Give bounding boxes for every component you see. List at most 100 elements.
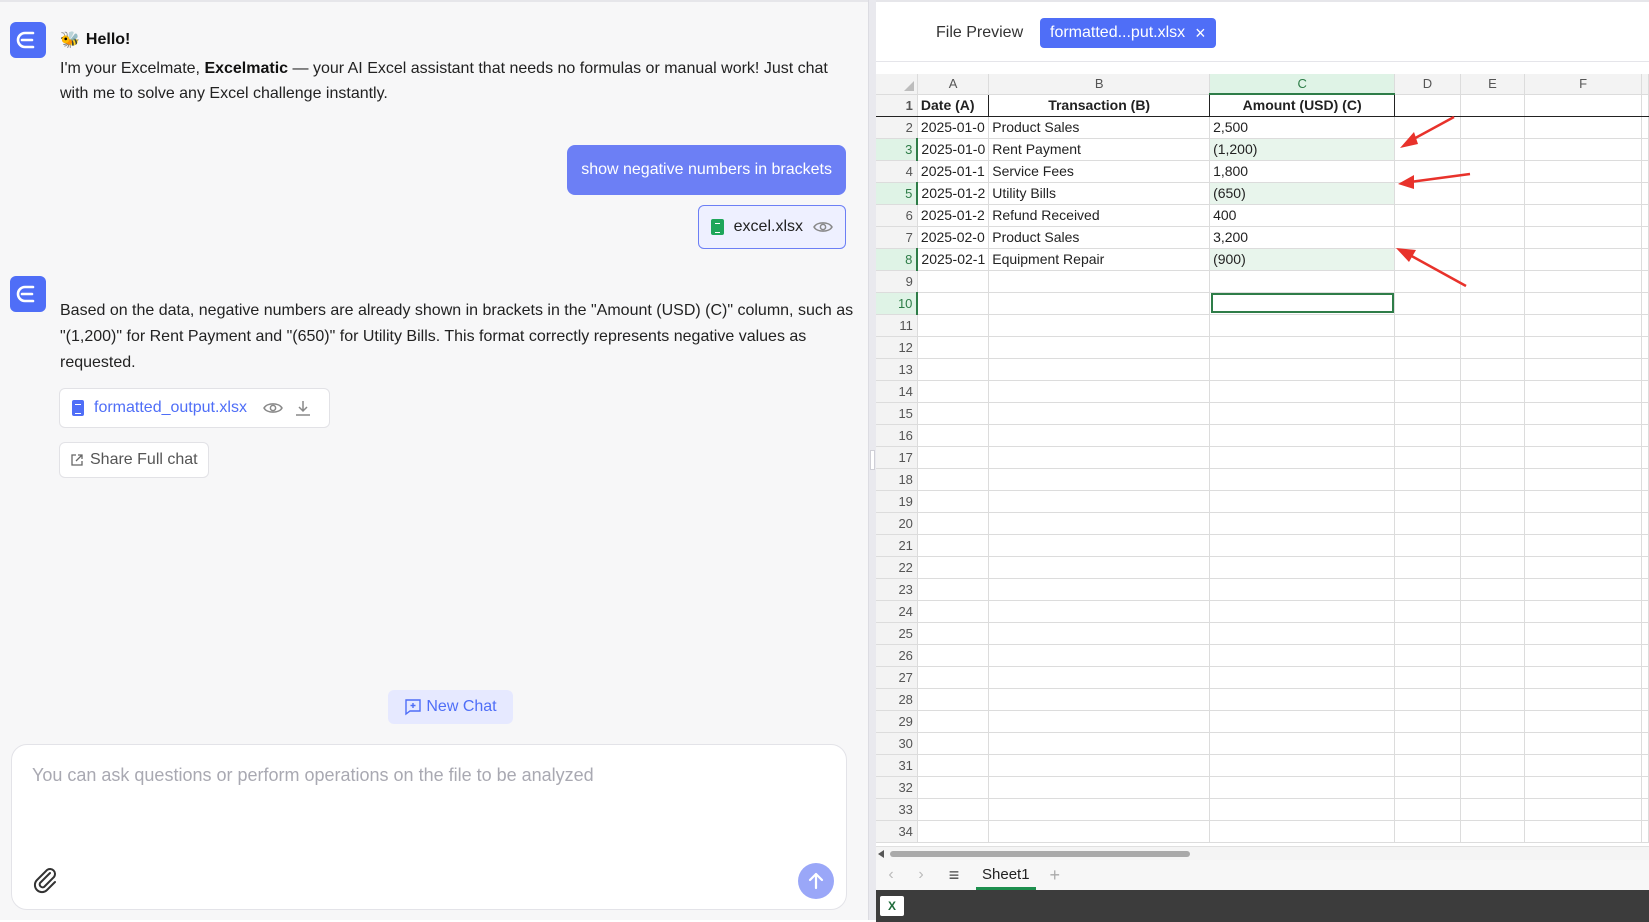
cell[interactable]: [1460, 424, 1526, 447]
cell[interactable]: [988, 644, 1211, 667]
cell[interactable]: [1641, 710, 1649, 733]
cell[interactable]: [1394, 600, 1461, 623]
row-header[interactable]: 2: [876, 116, 918, 139]
cell[interactable]: [917, 556, 990, 579]
cell[interactable]: [988, 688, 1211, 711]
cell[interactable]: [1460, 820, 1526, 843]
cell[interactable]: [1460, 160, 1526, 183]
select-all-corner[interactable]: [876, 74, 918, 95]
cell[interactable]: 1,800: [1209, 160, 1396, 183]
row-header[interactable]: 4: [876, 160, 918, 183]
cell[interactable]: [1641, 93, 1649, 117]
sheet-tab-sheet1[interactable]: Sheet1: [976, 860, 1036, 890]
cell[interactable]: [1524, 710, 1642, 733]
cell[interactable]: [1460, 226, 1526, 249]
row-header[interactable]: 23: [876, 578, 918, 601]
cell[interactable]: [1524, 732, 1642, 755]
cell[interactable]: [1394, 424, 1461, 447]
cell[interactable]: [917, 314, 990, 337]
attach-icon[interactable]: [30, 865, 60, 895]
cell[interactable]: [1524, 292, 1642, 315]
cell[interactable]: [917, 820, 990, 843]
cell[interactable]: [1460, 578, 1526, 601]
cell[interactable]: [1460, 556, 1526, 579]
cell[interactable]: [1394, 336, 1461, 359]
row-header[interactable]: 15: [876, 402, 918, 425]
cell[interactable]: [1641, 798, 1649, 821]
cell[interactable]: [1641, 776, 1649, 799]
cell[interactable]: (650): [1209, 182, 1396, 205]
cell[interactable]: [917, 424, 990, 447]
row-header[interactable]: 1: [876, 93, 918, 117]
cell[interactable]: [1209, 754, 1396, 777]
cell[interactable]: [1641, 116, 1649, 139]
cell[interactable]: [917, 446, 990, 469]
cell[interactable]: [1209, 820, 1396, 843]
cell[interactable]: [988, 534, 1211, 557]
user-file-name[interactable]: excel.xlsx: [734, 218, 803, 236]
cell[interactable]: [1641, 534, 1649, 557]
scrollbar-thumb[interactable]: [890, 851, 1190, 857]
cell[interactable]: [1524, 336, 1642, 359]
cell[interactable]: [1394, 446, 1461, 469]
row-header[interactable]: 3: [876, 138, 919, 161]
row-header[interactable]: 20: [876, 512, 918, 535]
cell[interactable]: [917, 490, 990, 513]
cell[interactable]: [1524, 226, 1642, 249]
cell[interactable]: [1394, 93, 1461, 117]
cell[interactable]: [1394, 688, 1461, 711]
row-header[interactable]: 5: [876, 182, 919, 205]
cell[interactable]: Refund Received: [988, 204, 1211, 227]
cell[interactable]: (900): [1209, 248, 1396, 271]
send-button[interactable]: [798, 863, 834, 899]
cell[interactable]: [1209, 402, 1396, 425]
cell[interactable]: [988, 622, 1211, 645]
cell[interactable]: [1394, 292, 1461, 315]
cell[interactable]: [1394, 402, 1461, 425]
cell[interactable]: [1524, 644, 1642, 667]
cell[interactable]: [917, 336, 990, 359]
cell[interactable]: [917, 644, 990, 667]
cell[interactable]: [1524, 666, 1642, 689]
cell[interactable]: [988, 380, 1211, 403]
cell[interactable]: [1460, 622, 1526, 645]
cell[interactable]: [1394, 358, 1461, 381]
cell[interactable]: [1641, 226, 1649, 249]
cell[interactable]: 2025-02-0: [917, 226, 990, 249]
cell[interactable]: [1394, 556, 1461, 579]
cell[interactable]: [1460, 138, 1526, 161]
download-icon[interactable]: [293, 400, 313, 416]
cell[interactable]: [1641, 490, 1649, 513]
row-header[interactable]: 25: [876, 622, 918, 645]
column-header-f[interactable]: F: [1524, 74, 1642, 95]
row-header[interactable]: 18: [876, 468, 918, 491]
row-header[interactable]: 21: [876, 534, 918, 557]
cell[interactable]: [1641, 644, 1649, 667]
cell[interactable]: [917, 402, 990, 425]
cell[interactable]: [1460, 446, 1526, 469]
cell[interactable]: [1524, 358, 1642, 381]
cell[interactable]: [1394, 666, 1461, 689]
cell[interactable]: [1641, 402, 1649, 425]
cell[interactable]: [1524, 160, 1642, 183]
cell[interactable]: [1209, 600, 1396, 623]
cell[interactable]: [917, 468, 990, 491]
cell[interactable]: [1460, 776, 1526, 799]
cell[interactable]: [1460, 754, 1526, 777]
cell[interactable]: [1641, 512, 1649, 535]
cell[interactable]: [917, 622, 990, 645]
cell[interactable]: [1209, 666, 1396, 689]
cell[interactable]: [1460, 380, 1526, 403]
file-tab[interactable]: formatted...put.xlsx ×: [1040, 18, 1216, 48]
cell[interactable]: 2025-01-1: [917, 160, 990, 183]
cell[interactable]: [1394, 732, 1461, 755]
cell[interactable]: [1524, 270, 1642, 293]
cell[interactable]: [1394, 578, 1461, 601]
cell[interactable]: [1524, 556, 1642, 579]
cell[interactable]: [917, 688, 990, 711]
cell[interactable]: [1524, 776, 1642, 799]
cell[interactable]: [917, 666, 990, 689]
cell[interactable]: [1641, 380, 1649, 403]
row-header[interactable]: 26: [876, 644, 918, 667]
cell[interactable]: [1394, 798, 1461, 821]
